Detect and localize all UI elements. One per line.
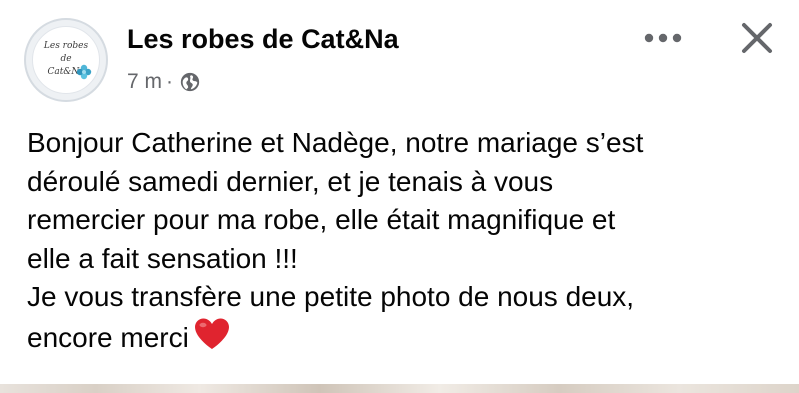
flower-icon — [76, 64, 92, 80]
avatar-logo: Les robes de Cat&Na — [32, 26, 100, 94]
post-timestamp[interactable]: 7 m — [127, 70, 162, 94]
globe-icon[interactable] — [179, 71, 201, 93]
heart-icon — [193, 317, 231, 362]
page-avatar[interactable]: Les robes de Cat&Na — [24, 18, 108, 102]
post-meta: 7 m · — [127, 68, 201, 96]
close-button[interactable] — [733, 14, 781, 62]
logo-line-1: Les robes — [43, 41, 89, 51]
close-icon — [742, 23, 772, 53]
meta-separator: · — [166, 70, 174, 93]
post-photo[interactable] — [0, 384, 799, 393]
more-options-button[interactable] — [633, 20, 693, 56]
more-horizontal-icon — [644, 33, 682, 43]
page-name[interactable]: Les robes de Cat&Na — [127, 22, 399, 56]
post-message: Bonjour Catherine et Nadège, notre maria… — [27, 124, 787, 361]
post-text: Bonjour Catherine et Nadège, notre maria… — [27, 127, 644, 353]
